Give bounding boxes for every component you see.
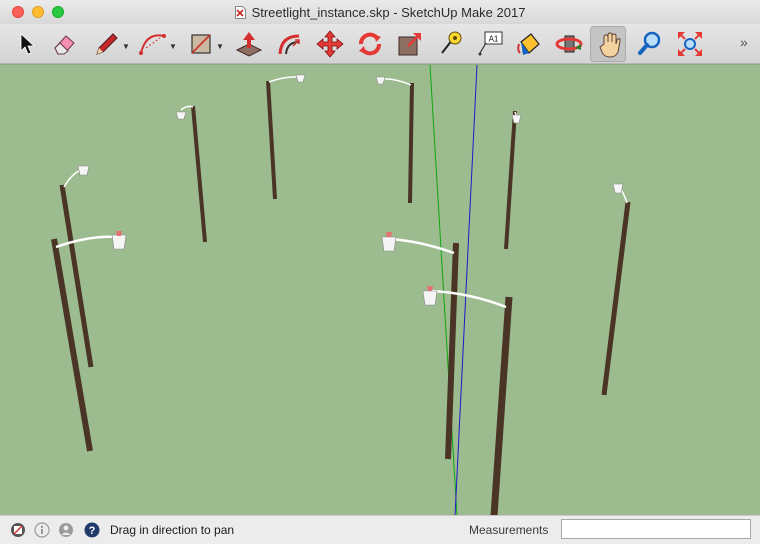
blue-axis-line [454,65,478,516]
move-tool-button[interactable] [312,26,348,62]
instructor-help-icon[interactable]: ? [84,522,100,538]
streetlight[interactable] [504,110,522,250]
scale-tool-button[interactable] [392,26,428,62]
status-bar: ? Drag in direction to pan Measurements [0,515,760,544]
streetlight[interactable] [51,231,127,452]
text-tool-button[interactable]: A1 [472,26,508,62]
select-tool-button[interactable] [8,26,44,62]
shape-tool-button[interactable] [182,26,218,62]
pencil-icon [96,33,118,55]
status-hint-text: Drag in direction to pan [110,523,235,537]
tape-measure-tool-button[interactable] [432,26,468,62]
arc-icon [139,34,166,55]
streetlight[interactable] [59,165,94,368]
window-title: Streetlight_instance.skp - SketchUp Make… [251,4,526,20]
eraser-tool-button[interactable] [46,26,82,62]
skp-document-icon [234,5,246,19]
orbit-tool-button[interactable] [551,26,587,62]
zoom-extents-icon [678,32,702,56]
tape-measure-icon [441,31,462,54]
svg-text:?: ? [89,525,96,537]
hand-icon [599,32,621,58]
line-tool-dropdown-arrow[interactable]: ▼ [122,42,130,51]
credits-info-icon[interactable] [34,522,50,538]
scale-icon [398,33,421,56]
text-label-icon: A1 [478,31,503,56]
rotate-icon [359,32,381,56]
arrow-cursor-icon [20,33,36,55]
move-arrows-icon [316,30,344,58]
paint-bucket-tool-button[interactable] [511,26,547,62]
rectangle-icon [191,34,211,54]
toolbar-overflow-chevron-icon[interactable]: » [740,34,748,50]
title-bar[interactable]: Streetlight_instance.skp - SketchUp Make… [0,0,760,24]
arc-tool-dropdown-arrow[interactable]: ▼ [169,42,177,51]
text-tool-label: A1 [489,35,499,44]
measurements-label: Measurements [469,523,549,537]
eraser-icon [54,35,75,55]
paint-bucket-icon [517,33,540,55]
zoom-tool-button[interactable] [632,26,668,62]
streetlight[interactable] [601,183,631,396]
push-pull-icon [235,32,263,57]
geo-location-icon[interactable] [10,522,26,538]
arc-tool-button[interactable] [134,26,170,62]
offset-tool-button[interactable] [271,26,307,62]
streetlight[interactable] [266,74,306,200]
streetlight[interactable] [175,105,207,243]
3d-model-viewport[interactable] [0,64,760,516]
magnifier-icon [638,31,661,55]
sketchup-window: Streetlight_instance.skp - SketchUp Make… [0,0,760,544]
streetlight[interactable] [381,232,459,460]
push-pull-tool-button[interactable] [231,26,267,62]
offset-icon [278,34,300,55]
streetlight[interactable] [375,76,414,204]
user-account-icon[interactable] [58,522,74,538]
orbit-icon [555,35,583,53]
zoom-extents-tool-button[interactable] [672,26,708,62]
rotate-tool-button[interactable] [352,26,388,62]
shape-tool-dropdown-arrow[interactable]: ▼ [216,42,224,51]
streetlight[interactable] [422,286,513,516]
line-tool-button[interactable] [88,26,124,62]
model-drawing [51,65,631,516]
measurements-input[interactable] [561,519,751,539]
pan-tool-button[interactable] [590,26,626,62]
large-toolset-toolbar: ▼ ▼ ▼ A1 » [0,24,760,64]
